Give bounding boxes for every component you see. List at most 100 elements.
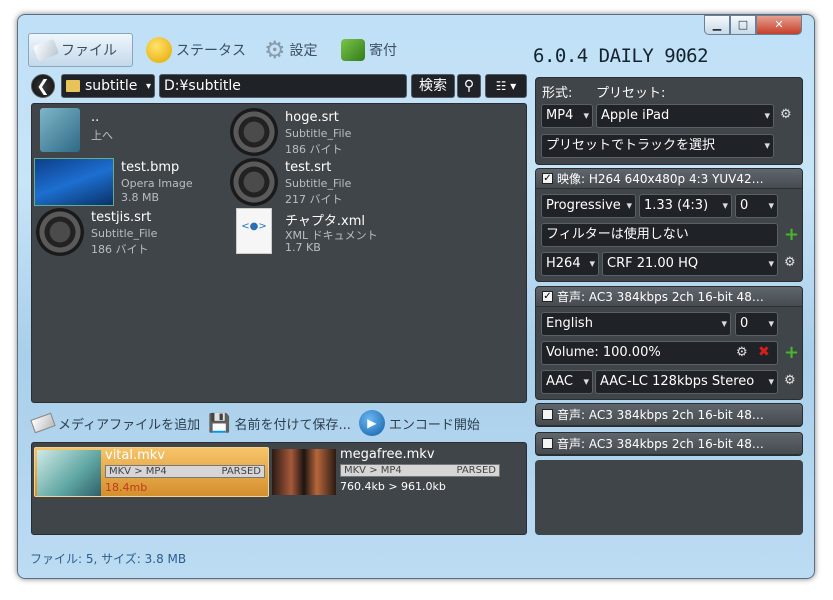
film-reel-icon xyxy=(230,108,278,156)
file-size: 186 バイト xyxy=(285,143,343,156)
audio-track-header[interactable]: 音声: AC3 384kbps 2ch 16-bit 48… xyxy=(536,404,802,426)
save-as-button[interactable]: 💾 名前を付けて保存... xyxy=(208,413,351,434)
encode-queue: vital.mkv MKV > MP4 PARSED 18.4mb megafre… xyxy=(31,442,527,535)
nav-settings-label: 設定 xyxy=(289,43,318,59)
video-thumbnail xyxy=(272,449,336,495)
conversion-text: MKV > MP4 xyxy=(109,466,167,477)
file-item[interactable]: test.bmp Opera Image 3.8 MB xyxy=(34,158,226,208)
aspect-select[interactable]: 1.33 (4:3) xyxy=(639,194,732,218)
image-thumbnail xyxy=(34,158,114,206)
audio-codec-select[interactable]: AAC xyxy=(541,370,593,394)
audio-track-checkbox[interactable] xyxy=(542,438,553,449)
encode-label: エンコード開始 xyxy=(388,417,480,433)
preset-select[interactable]: Apple iPad xyxy=(596,104,774,128)
folder-up-icon xyxy=(40,108,80,152)
filter-field[interactable]: フィルターは使用しない xyxy=(541,223,778,247)
video-quality-select[interactable]: CRF 21.00 HQ xyxy=(602,252,778,276)
audio-track-header[interactable]: ✓ 音声: AC3 384kbps 2ch 16-bit 48… xyxy=(536,287,802,307)
close-button[interactable]: ✕ xyxy=(756,15,802,35)
film-reel-icon xyxy=(230,158,278,206)
queue-item-name: vital.mkv xyxy=(105,448,165,463)
file-name: test.bmp xyxy=(121,160,180,175)
video-codec-select[interactable]: H264 xyxy=(541,252,599,276)
file-item[interactable]: hoge.srt Subtitle_File 186 バイト xyxy=(230,108,430,158)
add-filter-icon[interactable]: + xyxy=(784,224,799,245)
file-desc: 上へ xyxy=(91,129,113,142)
file-name: .. xyxy=(91,110,100,125)
video-index-select[interactable]: 0 xyxy=(735,194,778,218)
nav-donate[interactable]: 寄付 xyxy=(335,33,403,67)
queue-item-conversion: MKV > MP4 PARSED xyxy=(105,465,265,478)
track-panel-empty xyxy=(535,460,803,535)
nav-donate-label: 寄付 xyxy=(369,43,397,59)
minimize-button[interactable]: ▁ xyxy=(704,15,730,35)
preset-settings-icon[interactable]: ⚙ xyxy=(780,107,792,122)
video-thumbnail xyxy=(37,450,101,496)
encode-button[interactable]: ▶ エンコード開始 xyxy=(358,410,480,436)
audio-track-checkbox[interactable] xyxy=(542,409,553,420)
format-label: 形式: xyxy=(542,86,573,101)
format-select[interactable]: MP4 xyxy=(541,104,593,128)
gear-icon: ⚙ xyxy=(264,36,286,64)
nav-status[interactable]: ステータス xyxy=(140,33,252,67)
video-track-header[interactable]: ✓ 映像: H264 640x480p 4:3 YUV42… xyxy=(536,169,802,189)
remove-icon[interactable]: ✖ xyxy=(758,344,770,360)
nav-file-label: ファイル xyxy=(61,43,117,59)
file-desc: Subtitle_File xyxy=(285,127,352,140)
file-item[interactable]: test.srt Subtitle_File 217 バイト xyxy=(230,158,430,208)
add-file-icon xyxy=(30,412,56,434)
file-size: 3.8 MB xyxy=(121,191,160,204)
queue-item-selected[interactable]: vital.mkv MKV > MP4 PARSED 18.4mb xyxy=(34,447,269,497)
nav-file[interactable]: ファイル xyxy=(28,33,133,67)
audio-settings-icon[interactable]: ⚙ xyxy=(784,373,796,388)
add-media-button[interactable]: メディアファイルを追加 xyxy=(30,412,201,434)
video-track-checkbox[interactable]: ✓ xyxy=(542,173,553,184)
audio-track-header[interactable]: 音声: AC3 384kbps 2ch 16-bit 48… xyxy=(536,433,802,455)
path-bar: ❮ subtitle ▾ D:¥subtitle 検索 ⚲ ☷ ▾ xyxy=(31,73,537,99)
file-name: test.srt xyxy=(285,160,332,175)
file-desc: Opera Image xyxy=(121,177,193,190)
action-bar: メディアファイルを追加 💾 名前を付けて保存... ▶ エンコード開始 xyxy=(30,410,538,436)
audio-panel: ✓ 音声: AC3 384kbps 2ch 16-bit 48… English … xyxy=(535,286,803,400)
view-mode-button[interactable]: ☷ ▾ xyxy=(485,74,527,98)
file-size: 1.7 KB xyxy=(285,241,321,254)
maximize-button[interactable]: □ xyxy=(730,15,756,35)
file-size: 217 バイト xyxy=(285,193,343,206)
chevron-down-icon: ▾ xyxy=(145,80,151,92)
file-desc: Subtitle_File xyxy=(91,227,158,240)
folder-dropdown[interactable]: subtitle ▾ xyxy=(61,74,155,98)
queue-item-size: 760.4kb > 961.0kb xyxy=(340,480,446,493)
audio-track-collapsed: 音声: AC3 384kbps 2ch 16-bit 48… xyxy=(535,403,803,427)
audio-index-select[interactable]: 0 xyxy=(735,312,778,336)
search-button[interactable]: 検索 xyxy=(411,74,455,98)
file-item[interactable]: testjis.srt Subtitle_File 186 バイト xyxy=(36,208,236,258)
track-preset-select[interactable]: プリセットでトラックを選択 xyxy=(541,134,774,158)
file-item[interactable]: <●> チャプタ.xml XML ドキュメント 1.7 KB xyxy=(230,208,430,258)
volume-settings-icon[interactable]: ⚙ xyxy=(736,345,748,360)
search-icon[interactable]: ⚲ xyxy=(457,74,481,98)
hardhat-icon xyxy=(146,37,172,63)
language-select[interactable]: English xyxy=(541,312,731,336)
audio-quality-select[interactable]: AAC-LC 128kbps Stereo xyxy=(595,370,778,394)
video-track-label: 映像: H264 640x480p 4:3 YUV42… xyxy=(557,171,764,186)
format-panel: 形式: プリセット: MP4 Apple iPad ⚙ プリセットでトラックを選… xyxy=(535,77,803,165)
audio-track-checkbox[interactable]: ✓ xyxy=(542,291,553,302)
nav-settings[interactable]: ⚙ 設定 xyxy=(258,33,324,67)
folder-name: subtitle xyxy=(85,78,138,94)
video-settings-icon[interactable]: ⚙ xyxy=(784,255,796,270)
main-window: ▁ □ ✕ ファイル ステータス ⚙ 設定 寄付 6.0.4 DAILY 906… xyxy=(17,14,815,579)
file-icon xyxy=(32,38,60,62)
parse-state: PARSED xyxy=(456,465,496,476)
file-item-up[interactable]: .. 上へ xyxy=(36,108,236,158)
path-input[interactable]: D:¥subtitle xyxy=(159,74,407,98)
add-media-label: メディアファイルを追加 xyxy=(58,417,201,433)
scan-type-select[interactable]: Progressive xyxy=(541,194,636,218)
audio-track-label: 音声: AC3 384kbps 2ch 16-bit 48… xyxy=(557,407,764,422)
queue-item[interactable]: megafree.mkv MKV > MP4 PARSED 760.4kb > 9… xyxy=(270,447,505,497)
version-label: 6.0.4 DAILY 9062 xyxy=(533,45,709,67)
file-name: hoge.srt xyxy=(285,110,339,125)
nav-status-label: ステータス xyxy=(176,43,246,59)
back-button[interactable]: ❮ xyxy=(31,74,55,98)
parse-state: PARSED xyxy=(221,466,261,477)
add-audio-filter-icon[interactable]: + xyxy=(784,342,799,363)
